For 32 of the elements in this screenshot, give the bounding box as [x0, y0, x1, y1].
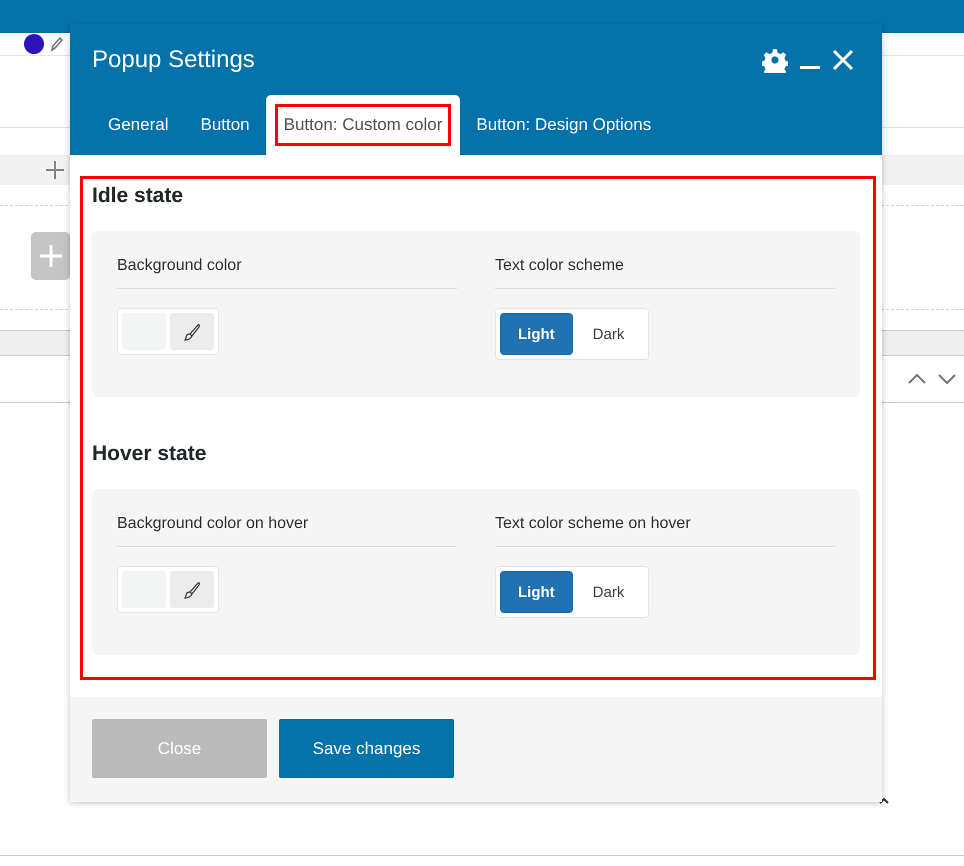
field-label: Text color scheme on hover	[495, 514, 835, 547]
tab[interactable]: General	[92, 95, 184, 155]
dialog-title: Popup Settings	[92, 46, 256, 74]
tab[interactable]: Button: Custom color	[266, 95, 460, 155]
scheme-option[interactable]: Dark	[572, 313, 644, 355]
status-dot	[24, 34, 44, 54]
color-picker[interactable]	[117, 308, 219, 355]
brush-icon	[182, 322, 202, 342]
chevron-down-icon[interactable]	[938, 373, 956, 385]
brush-button[interactable]	[170, 571, 214, 608]
section-title: Idle state	[92, 184, 184, 208]
scheme-option[interactable]: Light	[500, 571, 573, 613]
plus-icon[interactable]	[45, 160, 65, 180]
pencil-icon[interactable]	[50, 36, 64, 52]
brush-button[interactable]	[170, 313, 214, 350]
color-picker[interactable]	[117, 566, 219, 613]
section-title: Hover state	[92, 442, 208, 466]
settings-icon[interactable]	[762, 46, 788, 72]
tab[interactable]: Button: Design Options	[460, 95, 668, 155]
chevron-up-icon[interactable]	[908, 373, 926, 385]
scheme-option[interactable]: Dark	[572, 571, 644, 613]
scheme-option[interactable]: Light	[500, 313, 573, 355]
field-label: Text color scheme	[495, 256, 835, 289]
field-label: Background color	[117, 256, 457, 289]
field-label: Background color on hover	[117, 514, 457, 547]
brush-icon	[182, 580, 202, 600]
minimize-icon[interactable]	[800, 66, 820, 70]
caret-icon[interactable]	[879, 797, 889, 805]
save-button[interactable]: Save changes	[279, 719, 454, 778]
tab[interactable]: Button	[184, 95, 266, 155]
plus-icon	[38, 244, 62, 268]
close-icon[interactable]	[832, 48, 854, 70]
